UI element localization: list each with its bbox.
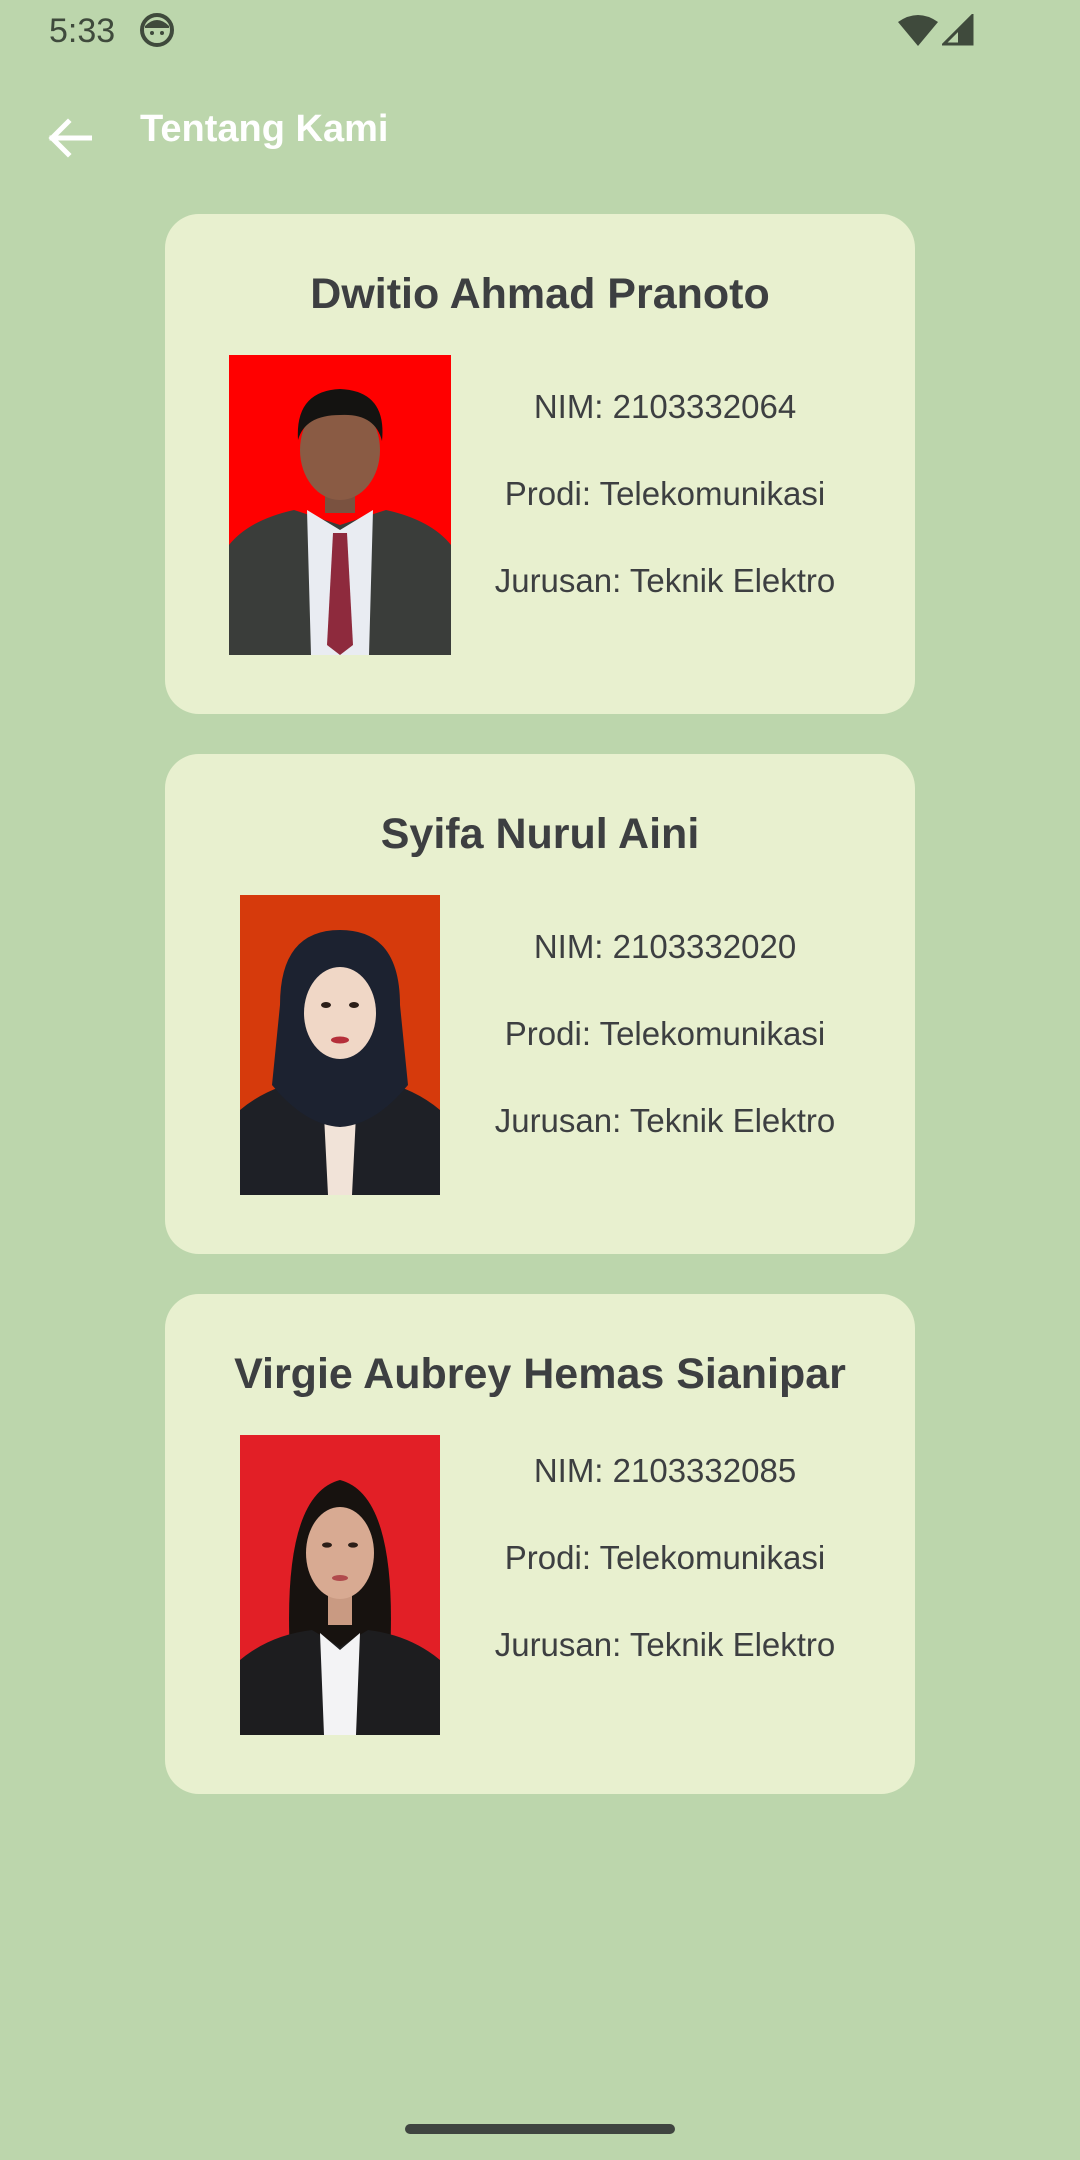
member-name: Dwitio Ahmad Pranoto: [310, 270, 770, 318]
member-card: Syifa Nurul Aini NIM: 2103332020 Prodi: …: [165, 754, 915, 1254]
arrow-left-icon: [48, 117, 93, 163]
member-prodi: Prodi: Telekomunikasi: [504, 1539, 826, 1576]
app-bar: Tentang Kami: [0, 60, 1080, 200]
member-jurusan: Jurusan: Teknik Elektro: [494, 1626, 836, 1663]
member-prodi: Prodi: Telekomunikasi: [504, 475, 826, 512]
status-time: 5:33: [49, 12, 116, 50]
member-photo: [240, 1435, 440, 1735]
wifi-icon: [896, 14, 940, 46]
member-photo: [240, 895, 440, 1195]
back-button[interactable]: [30, 100, 110, 180]
member-name: Syifa Nurul Aini: [380, 810, 700, 858]
face-icon: [139, 12, 175, 48]
member-prodi: Prodi: Telekomunikasi: [504, 1015, 826, 1052]
member-jurusan: Jurusan: Teknik Elektro: [494, 1102, 836, 1139]
status-bar: 5:33: [0, 0, 1080, 60]
page-title: Tentang Kami: [140, 108, 389, 150]
member-nim: NIM: 2103332020: [533, 928, 797, 965]
member-photo: [229, 355, 451, 655]
member-jurusan: Jurusan: Teknik Elektro: [494, 562, 836, 599]
signal-icon: [940, 12, 974, 46]
member-nim: NIM: 2103332064: [533, 388, 797, 425]
member-card: Virgie Aubrey Hemas Sianipar NIM: 210333…: [165, 1294, 915, 1794]
member-name: Virgie Aubrey Hemas Sianipar: [234, 1350, 846, 1398]
member-nim: NIM: 2103332085: [533, 1452, 797, 1489]
home-indicator[interactable]: [405, 2124, 675, 2134]
member-card: Dwitio Ahmad Pranoto NIM: 2103332064 Pro…: [165, 214, 915, 714]
